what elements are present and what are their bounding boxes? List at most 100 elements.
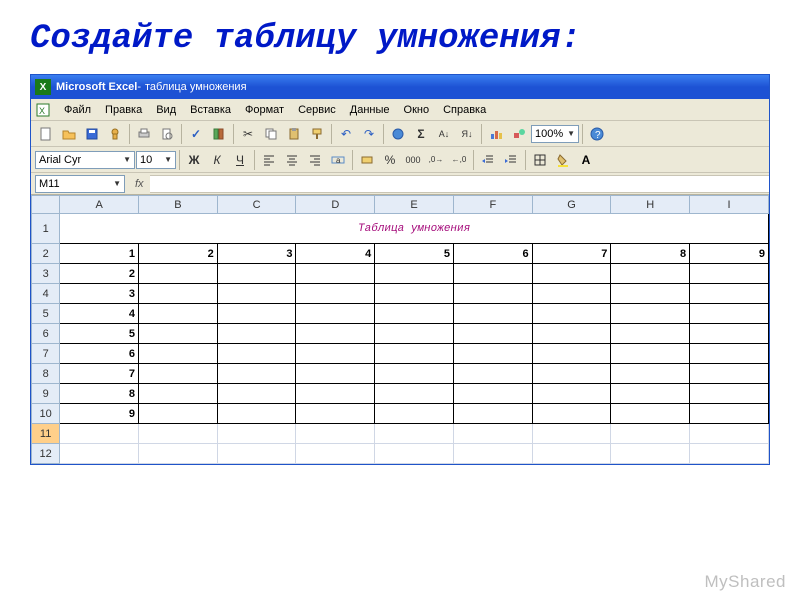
fx-icon[interactable]: fx [135,178,144,190]
cell-E5[interactable] [375,304,454,324]
currency-icon[interactable] [356,149,378,171]
cell-A2[interactable]: 1 [60,244,139,264]
cell-G9[interactable] [532,384,611,404]
menu-tools[interactable]: Сервис [291,102,343,118]
preview-icon[interactable] [156,123,178,145]
menu-file[interactable]: Файл [57,102,98,118]
paste-icon[interactable] [283,123,305,145]
open-icon[interactable] [58,123,80,145]
cell-I11[interactable] [690,424,769,444]
cell-D5[interactable] [296,304,375,324]
cell-E6[interactable] [375,324,454,344]
cell-D6[interactable] [296,324,375,344]
cell-H2[interactable]: 8 [611,244,690,264]
decrease-indent-icon[interactable] [477,149,499,171]
cell-I10[interactable] [690,404,769,424]
sort-asc-icon[interactable]: А↓ [433,123,455,145]
cell-I9[interactable] [690,384,769,404]
cell-A8[interactable]: 7 [60,364,139,384]
col-head-E[interactable]: E [375,196,454,214]
cell-A6[interactable]: 5 [60,324,139,344]
cell-E10[interactable] [375,404,454,424]
cell-G4[interactable] [532,284,611,304]
cell-A12[interactable] [60,444,139,464]
new-icon[interactable] [35,123,57,145]
zoom-select[interactable]: 100%▼ [531,125,579,143]
cell-E8[interactable] [375,364,454,384]
permission-icon[interactable] [104,123,126,145]
cell-A7[interactable]: 6 [60,344,139,364]
name-box[interactable]: M11 ▼ [35,175,125,193]
cut-icon[interactable]: ✂ [237,123,259,145]
cell-C5[interactable] [217,304,296,324]
increase-decimal-icon[interactable]: ,0→ [425,149,447,171]
hyperlink-icon[interactable] [387,123,409,145]
col-head-F[interactable]: F [453,196,532,214]
cell-G11[interactable] [532,424,611,444]
cell-G5[interactable] [532,304,611,324]
cell-B4[interactable] [139,284,218,304]
cell-F11[interactable] [453,424,532,444]
font-size-select[interactable]: 10▼ [136,151,176,169]
cell-F2[interactable]: 6 [453,244,532,264]
row-head-12[interactable]: 12 [32,444,60,464]
row-head-3[interactable]: 3 [32,264,60,284]
research-icon[interactable] [208,123,230,145]
cell-D9[interactable] [296,384,375,404]
cell-H4[interactable] [611,284,690,304]
print-icon[interactable] [133,123,155,145]
cell-B11[interactable] [139,424,218,444]
cell-G2[interactable]: 7 [532,244,611,264]
row-head-7[interactable]: 7 [32,344,60,364]
italic-button[interactable]: К [206,149,228,171]
cell-E12[interactable] [375,444,454,464]
cell-A10[interactable]: 9 [60,404,139,424]
cell-C8[interactable] [217,364,296,384]
merge-center-icon[interactable]: a [327,149,349,171]
menu-insert[interactable]: Вставка [183,102,238,118]
comma-icon[interactable]: 000 [402,149,424,171]
cell-B3[interactable] [139,264,218,284]
drawing-icon[interactable] [508,123,530,145]
spelling-icon[interactable]: ✓ [185,123,207,145]
cell-E3[interactable] [375,264,454,284]
cell-C6[interactable] [217,324,296,344]
cell-D3[interactable] [296,264,375,284]
menu-format[interactable]: Формат [238,102,291,118]
fill-color-icon[interactable] [552,149,574,171]
cell-I3[interactable] [690,264,769,284]
autosum-icon[interactable]: Σ [410,123,432,145]
cell-H8[interactable] [611,364,690,384]
menu-help[interactable]: Справка [436,102,493,118]
row-head-4[interactable]: 4 [32,284,60,304]
cell-A11[interactable] [60,424,139,444]
col-head-B[interactable]: B [139,196,218,214]
cell-E7[interactable] [375,344,454,364]
row-head-10[interactable]: 10 [32,404,60,424]
cell-G7[interactable] [532,344,611,364]
menu-edit[interactable]: Правка [98,102,149,118]
cell-B8[interactable] [139,364,218,384]
cell-B12[interactable] [139,444,218,464]
cell-B7[interactable] [139,344,218,364]
cell-C3[interactable] [217,264,296,284]
redo-icon[interactable]: ↷ [358,123,380,145]
cell-D12[interactable] [296,444,375,464]
font-select[interactable]: Arial Cyr▼ [35,151,135,169]
menu-view[interactable]: Вид [149,102,183,118]
chart-wizard-icon[interactable] [485,123,507,145]
align-center-icon[interactable] [281,149,303,171]
menu-window[interactable]: Окно [397,102,437,118]
row-head-8[interactable]: 8 [32,364,60,384]
cell-H3[interactable] [611,264,690,284]
cell-G6[interactable] [532,324,611,344]
font-color-icon[interactable]: А [575,149,597,171]
copy-icon[interactable] [260,123,282,145]
cell-C12[interactable] [217,444,296,464]
cell-B9[interactable] [139,384,218,404]
align-left-icon[interactable] [258,149,280,171]
sort-desc-icon[interactable]: Я↓ [456,123,478,145]
col-head-H[interactable]: H [611,196,690,214]
row-head-2[interactable]: 2 [32,244,60,264]
cell-F12[interactable] [453,444,532,464]
